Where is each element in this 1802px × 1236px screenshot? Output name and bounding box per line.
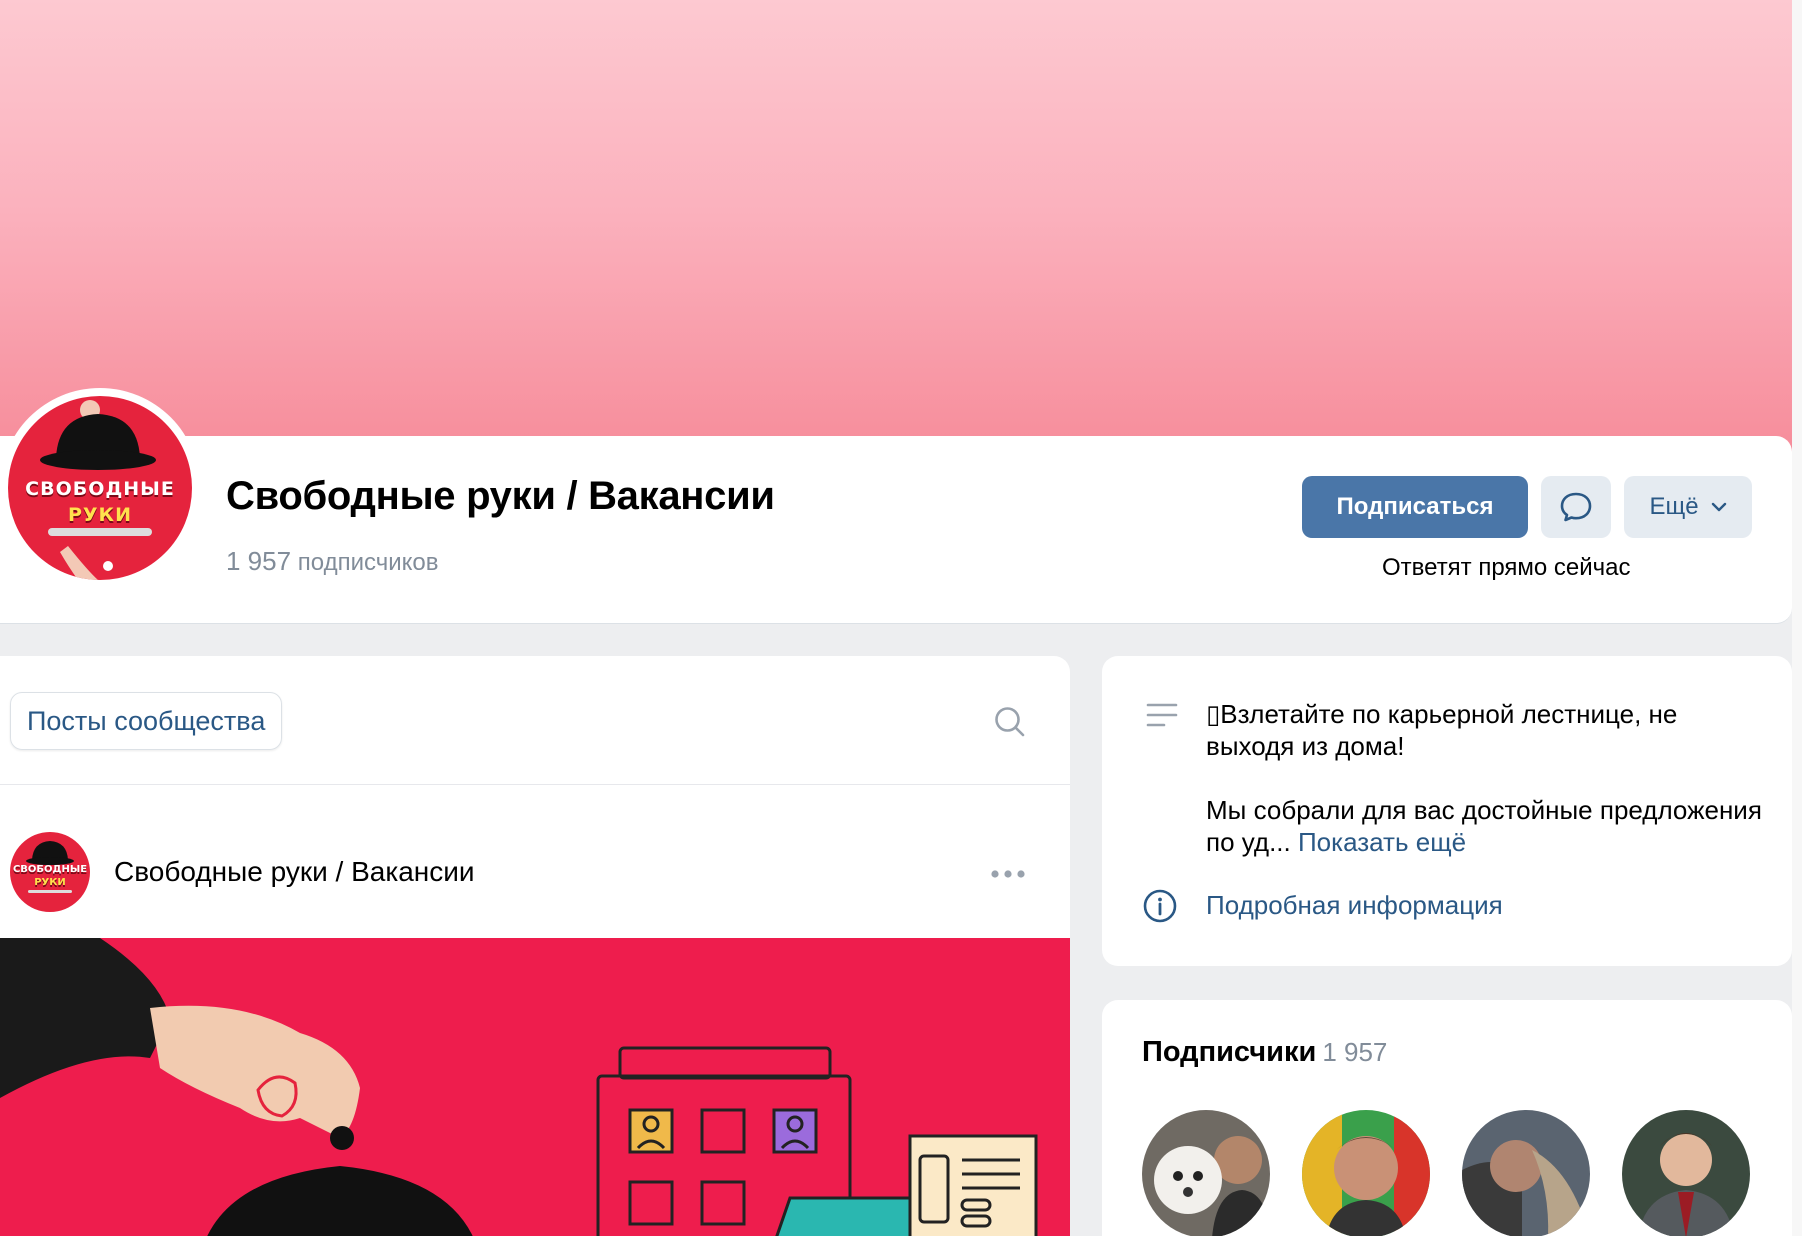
post-author-avatar[interactable]: СВОБОДНЫЕ РУКИ (10, 832, 90, 912)
members-section: Подписчики 1 957 (1102, 1000, 1792, 1236)
member-photo (1142, 1110, 1270, 1236)
subscribers-count[interactable]: 1 957 подписчиков (226, 546, 438, 577)
member-photo (1302, 1110, 1430, 1236)
reply-status: Ответят прямо сейчас (1382, 554, 1631, 581)
posts-search-button[interactable] (988, 700, 1032, 744)
subscribers-number: 1 957 (226, 546, 292, 576)
more-button-label: Ещё (1649, 493, 1699, 520)
group-avatar[interactable]: СВОБОДНЫЕ РУКИ (0, 388, 200, 588)
members-count: 1 957 (1322, 1037, 1388, 1067)
search-icon (995, 707, 1025, 737)
chevron-down-icon (1711, 502, 1726, 512)
logo-text-line1: СВОБОДНЫЕ (12, 864, 88, 875)
description-line1: ▯Взлетайте по карьерной лестнице, не вых… (1206, 699, 1678, 761)
cover-image (0, 0, 1792, 470)
post-image[interactable] (0, 938, 1070, 1236)
subscribe-button[interactable]: Подписаться (1302, 476, 1528, 538)
info-icon (1143, 889, 1177, 923)
member-avatar[interactable] (1302, 1110, 1430, 1236)
group-description: ▯Взлетайте по карьерной лестнице, не вых… (1206, 698, 1766, 858)
posts-section: Посты сообщества СВОБОДНЫЕ РУКИ Свободны… (0, 656, 1070, 1236)
member-avatar[interactable] (1622, 1110, 1750, 1236)
divider (0, 784, 1070, 785)
message-button[interactable] (1541, 476, 1611, 538)
description-icon (1146, 703, 1178, 727)
info-section: ▯Взлетайте по карьерной лестнице, не вых… (1102, 656, 1792, 966)
members-title-label: Подписчики (1142, 1036, 1317, 1068)
post-author-name[interactable]: Свободные руки / Вакансии (114, 856, 475, 888)
subscribers-label: подписчиков (297, 549, 439, 576)
page-title: Свободные руки / Вакансии (226, 474, 775, 518)
description-line2: Мы собрали для вас достойные предложения… (1206, 794, 1766, 858)
member-photo (1462, 1110, 1590, 1236)
message-icon (1560, 492, 1592, 522)
logo: СВОБОДНЫЕ РУКИ (8, 396, 192, 580)
description-text: Мы собрали для вас достойные предложения… (1206, 795, 1762, 857)
more-horizontal-icon (991, 870, 1025, 878)
post-illustration (0, 938, 1038, 1236)
member-avatar[interactable] (1462, 1110, 1590, 1236)
member-avatar[interactable] (1142, 1110, 1270, 1236)
member-photo (1622, 1110, 1750, 1236)
tab-community-posts[interactable]: Посты сообщества (10, 692, 283, 750)
members-title[interactable]: Подписчики 1 957 (1142, 1036, 1387, 1069)
scrollbar-track (1792, 0, 1802, 1236)
details-link[interactable]: Подробная информация (1206, 890, 1503, 921)
post-menu-button[interactable] (984, 860, 1032, 888)
more-button[interactable]: Ещё (1624, 476, 1752, 538)
show-more-link[interactable]: Показать ещё (1298, 827, 1466, 857)
logo-text-line1: СВОБОДНЫЕ (25, 478, 175, 500)
logo-text-line2: РУКИ (67, 504, 132, 526)
logo-text-line2: РУКИ (34, 877, 66, 888)
